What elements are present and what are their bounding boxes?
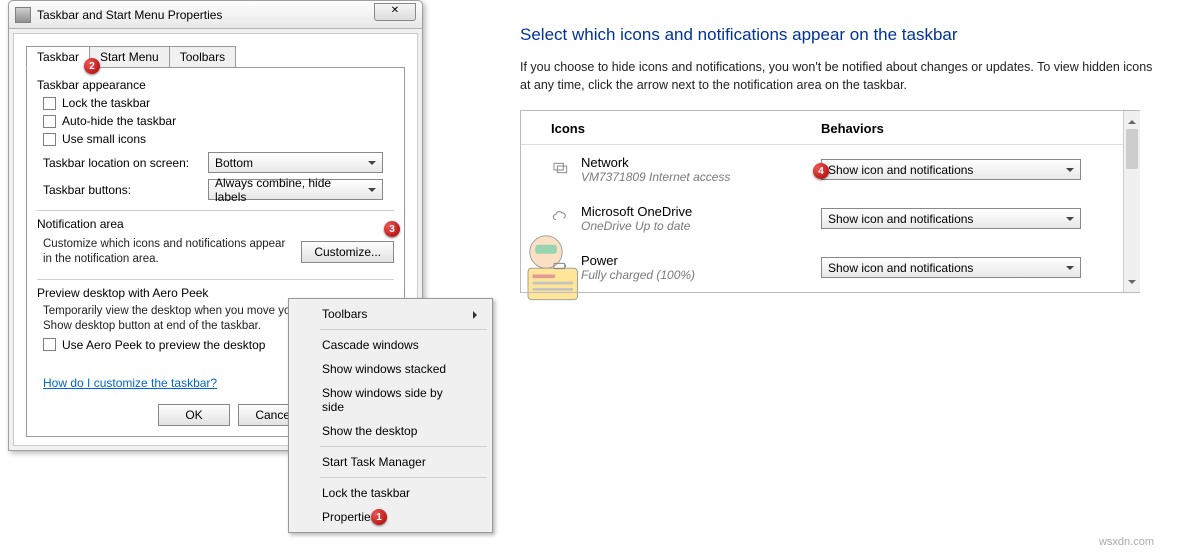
buttons-dropdown[interactable]: Always combine, hide labels — [208, 179, 383, 200]
lock-taskbar-checkbox[interactable] — [43, 97, 56, 110]
menu-separator — [320, 329, 487, 330]
autohide-checkbox[interactable] — [43, 115, 56, 128]
notif-desc: Customize which icons and notifications … — [43, 237, 295, 267]
notification-icons-list: Icons Behaviors Network VM7371809 Intern… — [520, 110, 1140, 293]
menu-toolbars[interactable]: Toolbars — [292, 302, 489, 326]
tab-startmenu[interactable]: Start Menu — [89, 46, 170, 68]
behavior-dropdown[interactable]: Show icon and notifications — [821, 159, 1081, 180]
entry-sub: Fully charged (100%) — [581, 268, 821, 282]
close-button[interactable]: ✕ — [374, 3, 416, 21]
header-behaviors: Behaviors — [821, 121, 884, 136]
entry-sub: OneDrive Up to date — [581, 219, 821, 233]
tab-toolbars[interactable]: Toolbars — [169, 46, 236, 68]
power-icon — [551, 258, 569, 274]
badge-2: 2 — [84, 58, 100, 74]
smallicons-checkbox[interactable] — [43, 133, 56, 146]
scroll-thumb[interactable] — [1126, 129, 1138, 169]
header-icons: Icons — [551, 121, 821, 136]
location-label: Taskbar location on screen: — [43, 156, 208, 170]
behavior-dropdown[interactable]: Show icon and notifications — [821, 257, 1081, 278]
entry-name: Microsoft OneDrive — [581, 204, 821, 219]
network-icon — [551, 160, 569, 176]
menu-lock[interactable]: Lock the taskbar — [292, 481, 489, 505]
list-item: Network VM7371809 Internet access Show i… — [521, 145, 1140, 194]
tab-taskbar[interactable]: Taskbar — [26, 46, 90, 68]
aero-peek-checkbox[interactable] — [43, 338, 56, 351]
scroll-down-icon[interactable] — [1124, 275, 1140, 292]
menu-properties[interactable]: Properties 1 — [292, 505, 489, 529]
scroll-up-icon[interactable] — [1124, 111, 1140, 128]
menu-stacked[interactable]: Show windows stacked — [292, 357, 489, 381]
panel-heading: Select which icons and notifications app… — [520, 25, 1160, 45]
customize-button[interactable]: Customize... — [301, 241, 394, 263]
entry-sub: VM7371809 Internet access — [581, 170, 821, 184]
notif-group-title: Notification area — [37, 217, 394, 231]
behavior-dropdown[interactable]: Show icon and notifications — [821, 208, 1081, 229]
entry-name: Network — [581, 155, 821, 170]
menu-separator — [320, 477, 487, 478]
location-dropdown[interactable]: Bottom — [208, 152, 383, 173]
menu-desktop[interactable]: Show the desktop — [292, 419, 489, 443]
taskbar-context-menu: Toolbars Cascade windows Show windows st… — [288, 298, 493, 533]
list-item: Microsoft OneDrive OneDrive Up to date S… — [521, 194, 1140, 243]
help-link[interactable]: How do I customize the taskbar? — [43, 376, 217, 390]
ok-button[interactable]: OK — [158, 404, 230, 426]
window-icon — [15, 7, 31, 23]
badge-4: 4 — [813, 163, 829, 179]
aero-peek-label: Use Aero Peek to preview the desktop — [62, 338, 265, 352]
menu-cascade[interactable]: Cascade windows — [292, 333, 489, 357]
badge-1: 1 — [371, 509, 387, 525]
lock-taskbar-label: Lock the taskbar — [62, 96, 150, 110]
buttons-label: Taskbar buttons: — [43, 183, 208, 197]
watermark-text: wsxdn.com — [1099, 536, 1154, 548]
panel-intro: If you choose to hide icons and notifica… — [520, 59, 1160, 94]
scrollbar[interactable] — [1123, 111, 1140, 292]
tabs: Taskbar Start Menu Toolbars 2 — [26, 46, 405, 68]
appearance-group-title: Taskbar appearance — [37, 78, 394, 92]
titlebar[interactable]: Taskbar and Start Menu Properties ✕ — [9, 1, 422, 29]
autohide-label: Auto-hide the taskbar — [62, 114, 176, 128]
list-item: Power Fully charged (100%) Show icon and… — [521, 243, 1140, 292]
badge-3: 3 — [384, 221, 400, 237]
entry-name: Power — [581, 253, 821, 268]
menu-properties-label: Properties — [322, 510, 377, 524]
menu-sidebyside[interactable]: Show windows side by side — [292, 381, 489, 419]
menu-taskmanager[interactable]: Start Task Manager — [292, 450, 489, 474]
window-title: Taskbar and Start Menu Properties — [37, 8, 222, 22]
smallicons-label: Use small icons — [62, 132, 146, 146]
onedrive-icon — [551, 209, 569, 225]
menu-separator — [320, 446, 487, 447]
